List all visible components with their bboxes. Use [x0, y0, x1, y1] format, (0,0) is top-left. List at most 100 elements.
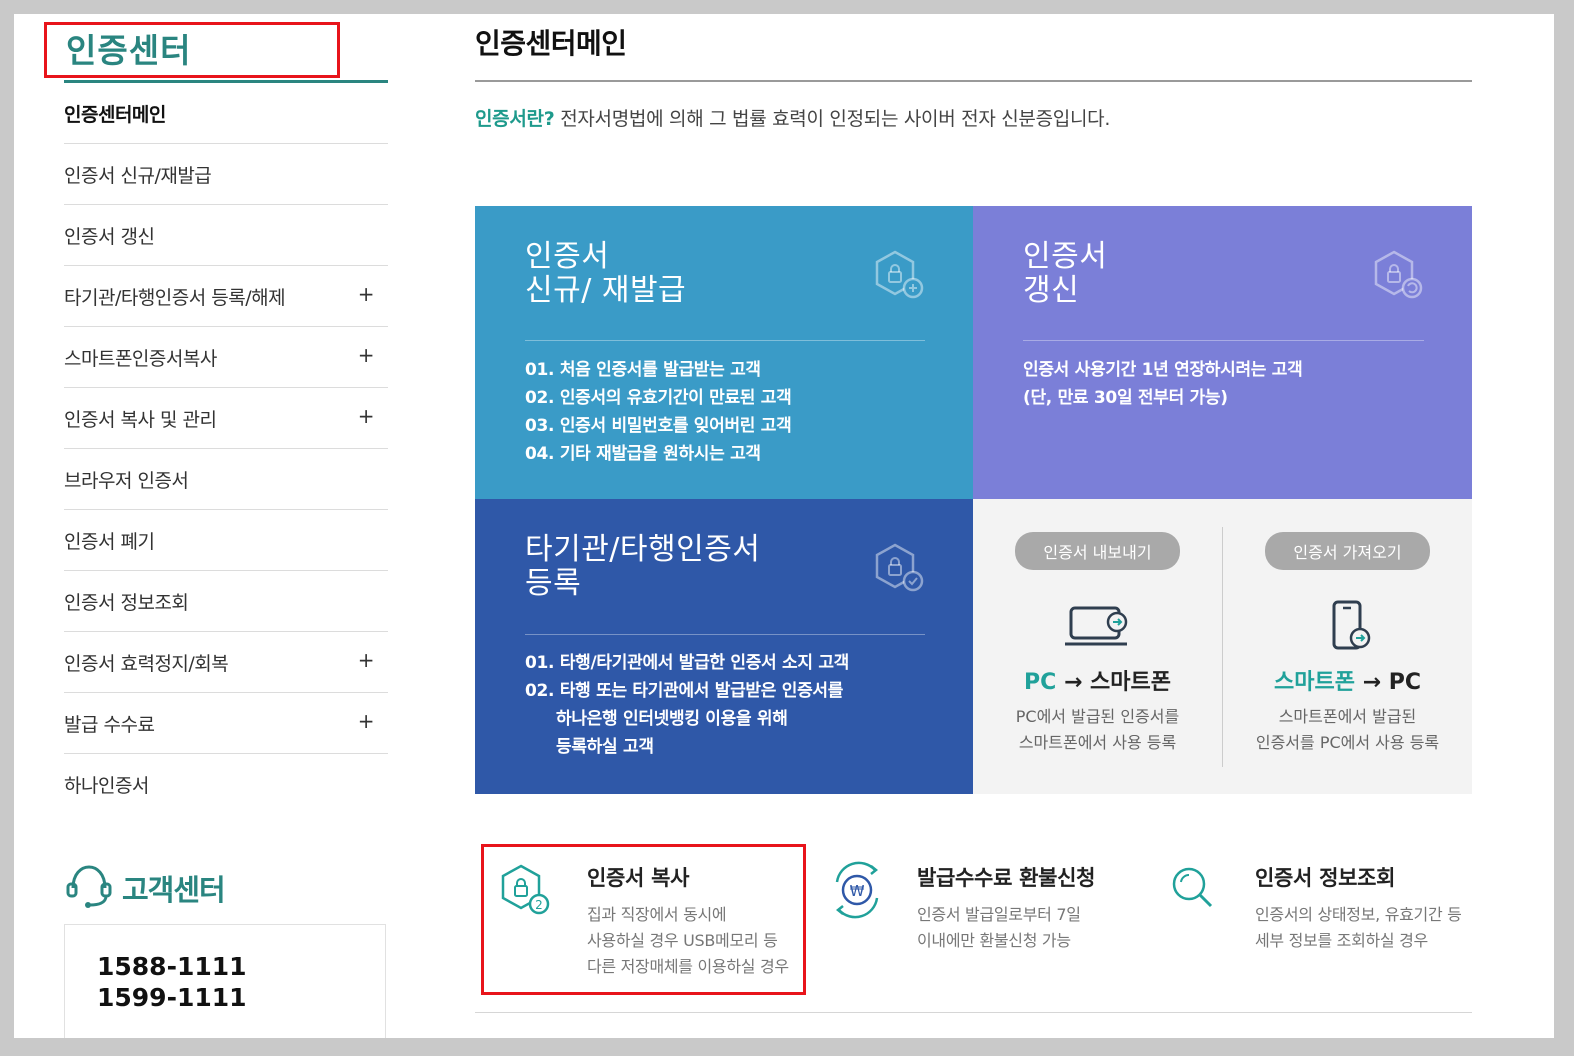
card-target-item: 01. 타행/타기관에서 발급한 인증서 소지 고객	[525, 653, 849, 673]
sidebar-item-label: 하나인증서	[64, 774, 149, 797]
sidebar-item-label: 인증서 복사 및 관리	[64, 408, 217, 431]
service-title: 인증서 정보조회	[1255, 866, 1396, 890]
page-title: 인증센터메인	[475, 14, 1472, 82]
service-certificate-info[interactable]: 인증서 정보조회 인증서의 상태정보, 유효기간 등 세부 정보를 조회하실 경…	[1163, 846, 1463, 986]
customer-center-phones: 1588-1111 1599-1111	[64, 924, 386, 1038]
sidebar-item[interactable]: 인증센터메인	[64, 83, 388, 144]
card-title: 인증서 신규/ 재발급	[525, 240, 686, 308]
customer-center-header: 고객센터	[64, 862, 226, 914]
card-title-line: 신규/ 재발급	[525, 273, 687, 308]
sidebar-item[interactable]: 인증서 정보조회	[64, 571, 388, 632]
shield-lock-refresh-icon	[1370, 248, 1424, 306]
service-description: 인증서의 상태정보, 유효기간 등 세부 정보를 조회하실 경우	[1255, 902, 1462, 954]
smartphone-icon	[1223, 598, 1472, 654]
card-target-item: 하나은행 인터넷뱅킹 이용을 위해	[525, 705, 849, 733]
arrow-right-icon: →	[1063, 670, 1083, 695]
service-cards: 인증서 신규/ 재발급 01. 처음 인증서를 발급받는 고객 02. 인증서의…	[475, 206, 1472, 794]
sidebar-item[interactable]: 인증서 폐기	[64, 510, 388, 571]
customer-center-title: 고객센터	[122, 873, 226, 907]
copy-description: PC에서 발급된 인증서를 스마트폰에서 사용 등록	[973, 704, 1222, 756]
service-description-line: 인증서 발급일로부터 7일	[917, 905, 1081, 924]
card-target-item: 등록하실 고객	[525, 733, 849, 761]
phone-number: 1588-1111	[97, 952, 247, 981]
sidebar-item[interactable]: 하나인증서	[64, 754, 388, 814]
card-smartphone-copy: 인증서 내보내기 PC → 스마트폰 PC에서 발급된 인증서를 스마트폰에서 …	[973, 499, 1472, 794]
card-title-line: 타기관/타행인증서	[525, 532, 761, 567]
sidebar-menu: 인증센터메인 인증서 신규/재발급 인증서 갱신 타기관/타행인증서 등록/해제 + 스마…	[64, 83, 388, 814]
sidebar-item-label: 인증서 갱신	[64, 225, 155, 248]
sidebar: 인증센터 인증센터메인인증서 신규/재발급인증서 갱신타기관/타행인증서 등록/…	[44, 14, 388, 1038]
expand-plus-icon[interactable]: +	[358, 343, 375, 367]
card-new-reissue[interactable]: 인증서 신규/ 재발급 01. 처음 인증서를 발급받는 고객 02. 인증서의…	[475, 206, 973, 499]
direction-to: 스마트폰	[1090, 670, 1172, 695]
sidebar-item[interactable]: 스마트폰인증서복사 +	[64, 327, 388, 388]
card-divider	[525, 340, 925, 341]
card-title: 타기관/타행인증서 등록	[525, 533, 760, 601]
expand-plus-icon[interactable]: +	[358, 648, 375, 672]
expand-plus-icon[interactable]: +	[358, 404, 375, 428]
card-divider	[525, 634, 925, 635]
won-refund-icon: ₩	[825, 860, 889, 924]
sidebar-item-label: 브라우저 인증서	[64, 469, 189, 492]
copy-description-line: 인증서를 PC에서 사용 등록	[1255, 733, 1440, 752]
headset-icon	[64, 862, 114, 914]
card-target-list: 인증서 사용기간 1년 연장하시려는 고객 (단, 만료 30일 전부터 가능)	[1023, 356, 1303, 412]
page: 인증센터 인증센터메인 인증서 신규/재발급 인증서 갱신 타기관/타행인증서 등록/…	[14, 14, 1554, 1038]
service-description-line: 세부 정보를 조회하실 경우	[1255, 931, 1428, 950]
shield-lock-check-icon	[871, 541, 925, 599]
card-renew[interactable]: 인증서 갱신 인증서 사용기간 1년 연장하시려는 고객 (단, 만료 30일 …	[973, 206, 1472, 499]
service-description-line: 인증서의 상태정보, 유효기간 등	[1255, 905, 1462, 924]
card-target-item: (단, 만료 30일 전부터 가능)	[1023, 388, 1228, 408]
sidebar-item[interactable]: 인증서 갱신	[64, 205, 388, 266]
intro-body: 전자서명법에 의해 그 법률 효력이 인정되는 사이버 전자 신분증입니다.	[554, 108, 1111, 130]
card-target-item: 04. 기타 재발급을 원하시는 고객	[525, 444, 761, 464]
search-icon	[1163, 860, 1223, 924]
phone-number: 1599-1111	[97, 983, 247, 1012]
copy-description-line: PC에서 발급된 인증서를	[1015, 707, 1180, 726]
copy-direction: PC → 스마트폰	[973, 664, 1222, 696]
intro-text: 인증서란? 전자서명법에 의해 그 법률 효력이 인정되는 사이버 전자 신분증…	[475, 104, 1472, 131]
sidebar-item[interactable]: 인증서 복사 및 관리 +	[64, 388, 388, 449]
sidebar-item-label: 타기관/타행인증서 등록/해제	[64, 286, 286, 309]
import-section: 인증서 가져오기 스마트폰 → PC 스마트폰에서 발급된 인증서를 PC에서 …	[1223, 499, 1472, 794]
sidebar-item[interactable]: 발급 수수료 +	[64, 693, 388, 754]
direction-from: 스마트폰	[1273, 670, 1355, 695]
card-title-line: 등록	[525, 566, 582, 601]
service-fee-refund[interactable]: ₩ 발급수수료 환불신청 인증서 발급일로부터 7일 이내에만 환불신청 가능	[825, 846, 1125, 986]
expand-plus-icon[interactable]: +	[358, 282, 375, 306]
card-title: 인증서 갱신	[1023, 240, 1107, 308]
card-other-bank-register[interactable]: 타기관/타행인증서 등록 01. 타행/타기관에서 발급한 인증서 소지 고객	[475, 499, 973, 794]
card-target-item: 인증서 사용기간 1년 연장하시려는 고객	[1023, 360, 1303, 380]
direction-from: PC	[1023, 670, 1057, 695]
sidebar-item-label: 인증센터메인	[64, 103, 166, 126]
card-divider	[1023, 340, 1424, 341]
export-certificate-button[interactable]: 인증서 내보내기	[1015, 532, 1180, 570]
sidebar-item-label: 인증서 폐기	[64, 530, 155, 553]
sidebar-title: 인증센터	[66, 31, 192, 70]
export-section: 인증서 내보내기 PC → 스마트폰 PC에서 발급된 인증서를 스마트폰에서 …	[973, 499, 1222, 794]
sidebar-item-label: 스마트폰인증서복사	[64, 347, 217, 370]
card-title-line: 갱신	[1023, 273, 1080, 308]
card-target-item: 02. 타행 또는 타기관에서 발급받은 인증서를	[525, 681, 844, 701]
sidebar-item[interactable]: 타기관/타행인증서 등록/해제 +	[64, 266, 388, 327]
copy-description-line: 스마트폰에서 발급된	[1278, 707, 1417, 726]
import-certificate-button[interactable]: 인증서 가져오기	[1265, 532, 1430, 570]
sidebar-item-label: 발급 수수료	[64, 713, 155, 736]
sidebar-item-label: 인증서 효력정지/회복	[64, 652, 229, 675]
card-target-item: 02. 인증서의 유효기간이 만료된 고객	[525, 388, 792, 408]
arrow-right-icon: →	[1362, 670, 1382, 695]
sidebar-item[interactable]: 브라우저 인증서	[64, 449, 388, 510]
card-target-list: 01. 타행/타기관에서 발급한 인증서 소지 고객 02. 타행 또는 타기관…	[525, 649, 849, 761]
svg-text:₩: ₩	[850, 882, 865, 900]
card-title-line: 인증서	[525, 239, 610, 274]
expand-plus-icon[interactable]: +	[358, 709, 375, 733]
copy-description-line: 스마트폰에서 사용 등록	[1018, 733, 1177, 752]
direction-to: PC	[1388, 670, 1422, 695]
copy-description: 스마트폰에서 발급된 인증서를 PC에서 사용 등록	[1223, 704, 1472, 756]
intro-accent: 인증서란?	[475, 108, 555, 130]
sidebar-header: 인증센터	[44, 14, 388, 83]
laptop-icon	[973, 598, 1222, 654]
sidebar-item[interactable]: 인증서 신규/재발급	[64, 144, 388, 205]
sidebar-item[interactable]: 인증서 효력정지/회복 +	[64, 632, 388, 693]
main-content: 인증센터메인 인증서란? 전자서명법에 의해 그 법률 효력이 인정되는 사이버…	[475, 14, 1472, 1013]
